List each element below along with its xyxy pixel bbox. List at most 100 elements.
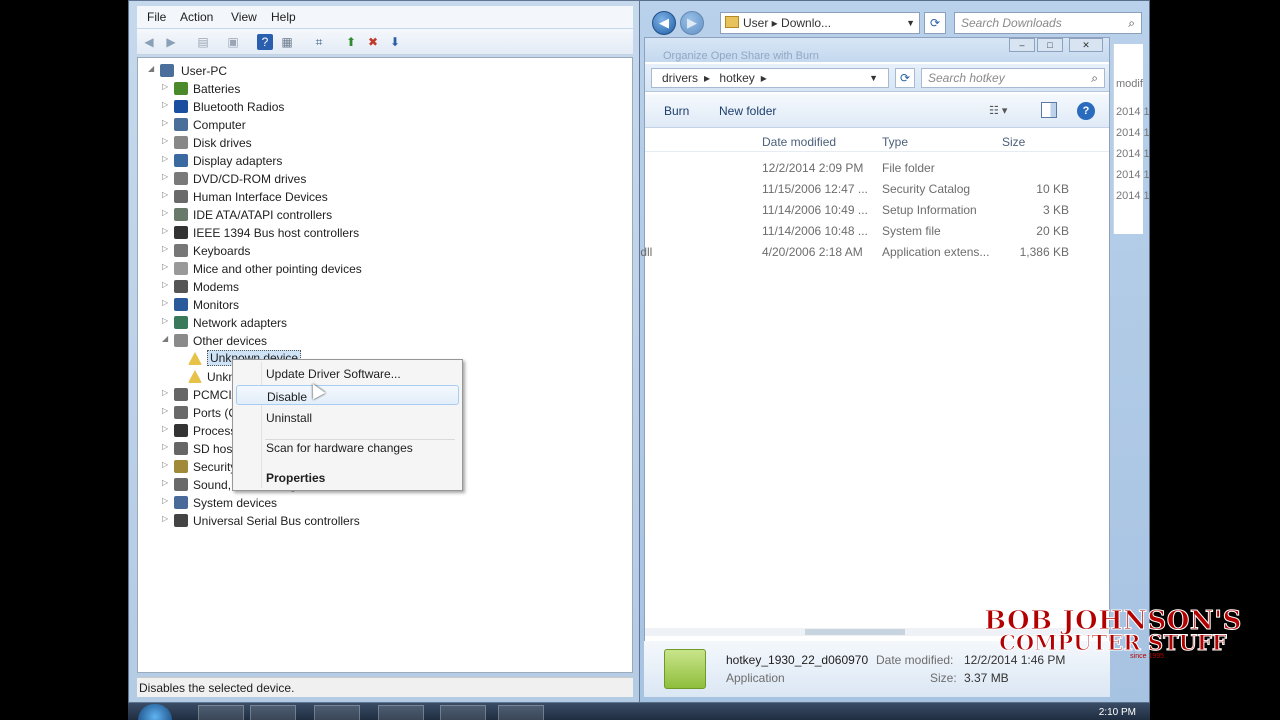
expand-icon[interactable]: ▷	[162, 226, 172, 235]
properties-icon[interactable]: ▣	[225, 34, 241, 50]
file-row[interactable]: 11/14/2006 10:49 ... Setup Information 3…	[645, 200, 1109, 221]
taskbar-app-icon[interactable]	[440, 705, 486, 720]
back-icon[interactable]: ◀	[141, 34, 157, 50]
preview-pane-icon[interactable]	[1041, 102, 1057, 118]
breadcrumb-dropdown-icon[interactable]: ▼	[869, 69, 878, 87]
battery-icon	[174, 82, 188, 95]
expand-icon[interactable]: ▷	[162, 136, 172, 145]
strip-text: 2014 1	[1116, 127, 1150, 139]
show-hide-console-tree-icon[interactable]: ▤	[195, 34, 211, 50]
background-window-strip: modif 2014 1 2014 1 2014 1 2014 1 2014 1	[1113, 44, 1150, 234]
explorer-search-input[interactable]: Search Downloads ⌕	[954, 12, 1142, 34]
minimize-icon[interactable]: –	[1009, 38, 1035, 52]
tree-category-label: IEEE 1394 Bus host controllers	[193, 226, 360, 240]
expand-icon[interactable]: ▷	[162, 244, 172, 253]
scan-hardware-icon[interactable]: ⌗	[311, 34, 327, 50]
menu-item-scan-hardware[interactable]: Scan for hardware changes	[236, 437, 459, 457]
file-row[interactable]: .dll 4/20/2006 2:18 AM Application exten…	[637, 242, 1109, 263]
expand-icon[interactable]: ▷	[162, 424, 172, 433]
expand-icon[interactable]: ▷	[162, 190, 172, 199]
column-type[interactable]: Type	[882, 135, 908, 149]
expand-icon[interactable]: ▷	[162, 460, 172, 469]
details-size-label: Size:	[930, 671, 957, 685]
burn-button[interactable]: Burn	[664, 104, 689, 118]
address-dropdown-icon[interactable]: ▼	[906, 13, 915, 33]
taskbar-ie-icon[interactable]	[198, 705, 244, 720]
expand-icon[interactable]: ▷	[162, 514, 172, 523]
breadcrumb[interactable]: drivers ▸ hotkey ▸ ▼	[651, 68, 889, 88]
expand-icon[interactable]: ▷	[162, 496, 172, 505]
menu-item-properties[interactable]: Properties	[236, 467, 459, 487]
taskbar-app-icon[interactable]	[314, 705, 360, 720]
status-bar: Disables the selected device.	[137, 677, 633, 697]
menu-help[interactable]: Help	[271, 10, 296, 24]
refresh-icon[interactable]: ⟳	[924, 12, 946, 34]
details-file-name: hotkey_1930_22_d060970	[726, 653, 869, 667]
taskbar-device-manager-icon[interactable]	[378, 705, 424, 720]
taskbar-explorer-icon[interactable]	[250, 705, 296, 720]
file-size: 1,386 KB	[1019, 245, 1069, 259]
view-options-icon[interactable]: ☷ ▾	[989, 104, 1023, 118]
expand-icon[interactable]: ▷	[162, 208, 172, 217]
expand-icon[interactable]: ▷	[162, 442, 172, 451]
update-driver-icon[interactable]: ⬆	[343, 34, 359, 50]
help-icon[interactable]: ?	[1077, 102, 1095, 120]
collapse-icon[interactable]: ◢	[162, 334, 172, 343]
column-size[interactable]: Size	[1002, 135, 1025, 149]
uninstall-icon[interactable]: ✖	[365, 34, 381, 50]
breadcrumb-item[interactable]: drivers	[662, 71, 698, 85]
expand-icon[interactable]: ▷	[162, 118, 172, 127]
scrollbar-thumb[interactable]	[805, 629, 905, 635]
menu-item-update-driver[interactable]: Update Driver Software...	[236, 363, 459, 383]
file-type: File folder	[882, 161, 935, 175]
expand-icon[interactable]: ▷	[162, 478, 172, 487]
ieee1394-icon	[174, 226, 188, 239]
expand-icon[interactable]: ▷	[162, 154, 172, 163]
file-type: Setup Information	[882, 203, 977, 217]
maximize-icon[interactable]: □	[1037, 38, 1063, 52]
help-icon[interactable]: ?	[257, 34, 273, 50]
collapse-icon[interactable]: ◢	[148, 64, 158, 73]
file-row[interactable]: 11/14/2006 10:48 ... System file 20 KB	[645, 221, 1109, 242]
start-button-icon[interactable]	[138, 704, 172, 720]
file-row[interactable]: 12/2/2014 2:09 PM File folder	[645, 158, 1109, 179]
expand-icon[interactable]: ▷	[162, 298, 172, 307]
forward-icon[interactable]: ▶	[163, 34, 179, 50]
column-date-modified[interactable]: Date modified	[762, 135, 836, 149]
back-icon[interactable]: ◀	[652, 11, 676, 35]
tree-category-label: Network adapters	[193, 316, 288, 330]
taskbar-app-icon[interactable]	[498, 705, 544, 720]
taskbar-clock[interactable]: 2:10 PM	[1099, 707, 1136, 718]
expand-icon[interactable]: ▷	[162, 388, 172, 397]
file-row[interactable]: 11/15/2006 12:47 ... Security Catalog 10…	[645, 179, 1109, 200]
expand-icon[interactable]: ▷	[162, 280, 172, 289]
expand-icon[interactable]: ▷	[162, 172, 172, 181]
close-icon[interactable]: ✕	[1069, 38, 1103, 52]
refresh-icon[interactable]: ⟳	[895, 68, 915, 88]
inner-explorer-pane: Organize Open Share with Burn – □ ✕ driv…	[637, 37, 1110, 687]
inner-search-input[interactable]: Search hotkey ⌕	[921, 68, 1105, 88]
menu-item-label: Disable	[267, 390, 308, 404]
dvd-drive-icon	[174, 172, 188, 185]
status-text: Disables the selected device.	[139, 681, 295, 695]
expand-icon[interactable]: ▷	[162, 406, 172, 415]
expand-icon[interactable]: ▷	[162, 100, 172, 109]
menu-item-uninstall[interactable]: Uninstall	[236, 407, 459, 427]
explorer-address-bar[interactable]: User ▸ Downlo... ▼	[720, 12, 920, 34]
menu-file[interactable]: File	[147, 10, 166, 24]
expand-icon[interactable]: ▷	[162, 82, 172, 91]
expand-icon[interactable]: ▷	[162, 316, 172, 325]
menu-action[interactable]: Action	[180, 10, 213, 24]
file-size: 3 KB	[1042, 203, 1069, 217]
ports-icon	[174, 406, 188, 419]
list-view-icon[interactable]: ▦	[279, 34, 295, 50]
menu-view[interactable]: View	[231, 10, 257, 24]
tree-category-label: Display adapters	[193, 154, 283, 168]
forward-icon[interactable]: ▶	[680, 11, 704, 35]
breadcrumb-item[interactable]: hotkey	[719, 71, 754, 85]
expand-icon[interactable]: ▷	[162, 262, 172, 271]
explorer-window: ◀ ▶ User ▸ Downlo... ▼ ⟳ Search Download…	[633, 0, 1150, 703]
menu-item-disable[interactable]: Disable	[236, 385, 459, 405]
new-folder-button[interactable]: New folder	[719, 104, 776, 118]
disable-device-icon[interactable]: ⬇	[387, 34, 403, 50]
